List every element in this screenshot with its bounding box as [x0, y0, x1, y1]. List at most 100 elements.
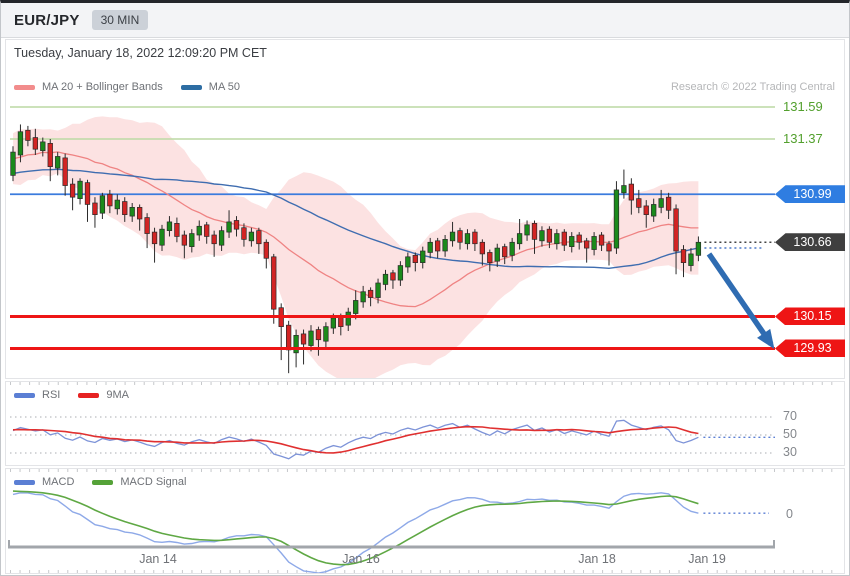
time-tick: [277, 469, 279, 472]
time-tick: [286, 382, 288, 385]
time-tick: [506, 469, 508, 472]
time-tick: [29, 469, 31, 472]
time-tick: [439, 382, 441, 385]
time-tick: [506, 570, 508, 573]
time-tick: [802, 570, 804, 573]
candle-body: [360, 291, 366, 303]
macd-legend: MACD MACD Signal: [14, 476, 186, 488]
time-tick: [67, 469, 69, 472]
time-tick: [802, 469, 804, 472]
time-tick: [468, 570, 470, 573]
time-tick: [630, 382, 632, 385]
time-tick: [105, 382, 107, 385]
time-tick: [430, 382, 432, 385]
time-tick: [239, 469, 241, 472]
time-tick: [353, 382, 355, 385]
time-tick: [57, 469, 59, 472]
time-tick: [668, 570, 670, 573]
time-tick: [153, 382, 155, 385]
rsi-svg: [10, 382, 833, 460]
candle-body: [405, 256, 411, 268]
time-tick: [735, 382, 737, 385]
time-tick: [821, 382, 823, 385]
time-tick: [745, 469, 747, 472]
time-tick: [344, 469, 346, 472]
candle-body: [636, 198, 642, 208]
candle-body: [509, 241, 515, 256]
copyright-watermark: Research © 2022 Trading Central: [670, 81, 835, 93]
time-tick: [210, 570, 212, 573]
time-tick: [544, 570, 546, 573]
time-tick: [745, 382, 747, 385]
candle-body: [576, 234, 582, 243]
macd-signal-legend-swatch: [92, 479, 114, 485]
candle-body: [606, 243, 612, 252]
time-tick: [143, 469, 145, 472]
time-tick: [229, 570, 231, 573]
candle-body: [442, 239, 448, 252]
time-tick: [353, 469, 355, 472]
price-chart-panel: Tuesday, January 18, 2022 12:09:20 PM CE…: [5, 39, 845, 379]
time-tick: [392, 382, 393, 385]
time-tick: [678, 469, 680, 472]
time-tick: [649, 382, 651, 385]
candle-body: [144, 217, 150, 234]
time-tick: [105, 570, 107, 573]
time-tick: [754, 469, 756, 472]
time-tick: [315, 469, 317, 472]
candle-body: [583, 240, 590, 249]
time-tick: [296, 570, 298, 573]
candle-body: [196, 225, 202, 236]
time-tick: [29, 570, 31, 573]
time-tick: [716, 469, 718, 472]
candle-body: [479, 241, 485, 255]
time-tick: [802, 382, 804, 385]
time-tick: [325, 382, 327, 385]
time-tick: [583, 570, 584, 573]
time-tick: [487, 382, 489, 385]
time-tick: [19, 469, 21, 472]
time-tick: [554, 469, 556, 472]
time-tick: [277, 382, 279, 385]
time-tick: [392, 469, 393, 472]
candle-body: [92, 202, 98, 215]
legend-ma20-bollinger: MA 20 + Bollinger Bands: [14, 81, 163, 93]
price-level-badge: 130.99: [775, 185, 845, 204]
time-tick: [162, 570, 164, 573]
time-tick: [162, 382, 164, 385]
time-tick: [392, 570, 393, 573]
price-level-badge: 130.66: [775, 233, 845, 252]
time-tick: [497, 469, 499, 472]
time-tick: [382, 469, 384, 472]
time-tick: [430, 570, 432, 573]
time-tick: [726, 469, 728, 472]
time-tick: [229, 382, 231, 385]
timeframe-badge: 30 MIN: [91, 10, 149, 30]
time-tick: [239, 382, 241, 385]
candle-body: [315, 329, 322, 341]
time-tick: [401, 469, 403, 472]
time-tick: [602, 469, 604, 472]
candle-body: [382, 273, 389, 285]
time-tick: [774, 570, 775, 573]
price-level-text: 131.37: [783, 131, 823, 146]
time-tick: [812, 469, 814, 472]
candle-body: [397, 265, 404, 281]
time-tick: [430, 469, 432, 472]
time-tick: [764, 382, 766, 385]
time-tick: [10, 382, 11, 385]
time-tick: [334, 570, 336, 573]
candle-body: [286, 324, 292, 351]
time-tick: [477, 382, 479, 385]
candle-body: [241, 227, 247, 240]
candle-body: [658, 198, 664, 208]
candle-body: [375, 282, 381, 298]
legend-9ma: 9MA: [78, 389, 129, 401]
macd-legend-swatch: [14, 479, 35, 485]
time-tick: [10, 469, 11, 472]
candle-body: [40, 141, 46, 151]
legend-ma50: MA 50: [180, 81, 240, 93]
time-tick: [220, 382, 222, 385]
time-tick: [812, 382, 814, 385]
time-tick: [754, 382, 756, 385]
